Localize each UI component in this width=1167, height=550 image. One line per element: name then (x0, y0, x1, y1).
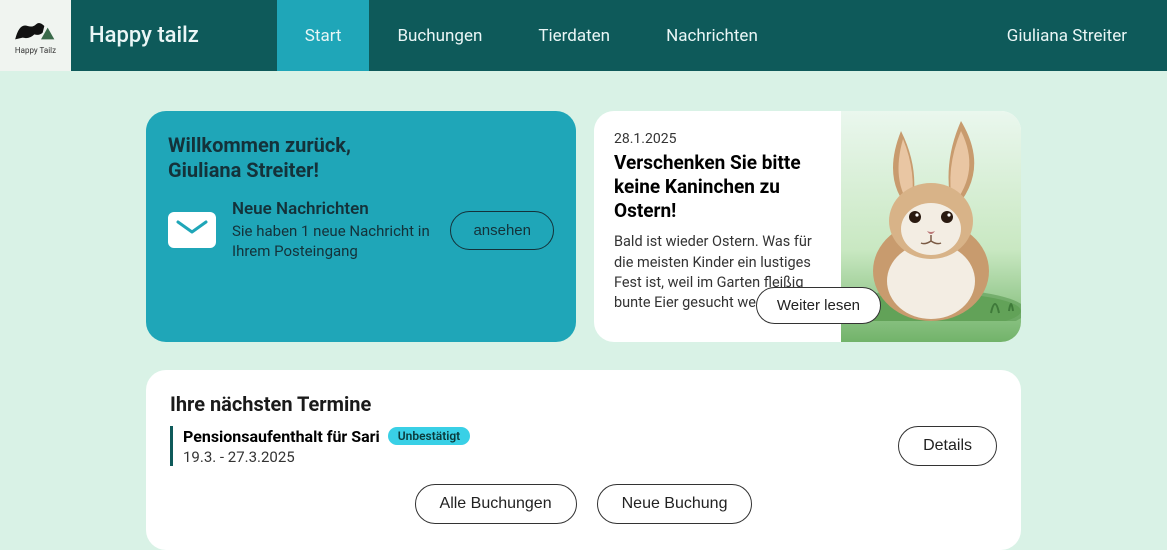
news-date: 28.1.2025 (614, 131, 831, 147)
appointments-heading: Ihre nächsten Termine (170, 392, 997, 416)
mail-icon (168, 212, 216, 248)
news-title: Verschenken Sie bitte keine Kaninchen zu… (614, 151, 831, 222)
appointments-card: Ihre nächsten Termine Pensionsaufenthalt… (146, 370, 1021, 550)
appointment-title: Pensionsaufenthalt für Sari Unbestätigt (183, 427, 884, 446)
appointment-actions: Alle Buchungen Neue Buchung (170, 484, 997, 524)
welcome-line2: Giuliana Streiter! (168, 158, 319, 182)
logo-image (11, 16, 61, 46)
logo[interactable]: Happy Tailz (0, 0, 71, 71)
welcome-line1: Willkommen zurück, (168, 133, 351, 157)
welcome-body: Neue Nachrichten Sie haben 1 neue Nachri… (168, 199, 554, 262)
welcome-card: Willkommen zurück, Giuliana Streiter! Ne… (146, 111, 576, 342)
messages-body: Sie haben 1 neue Nachricht in Ihrem Post… (232, 221, 434, 262)
brand-title[interactable]: Happy tailz (71, 0, 217, 71)
all-bookings-button[interactable]: Alle Buchungen (415, 484, 577, 524)
logo-caption: Happy Tailz (15, 46, 56, 55)
nav-user[interactable]: Giuliana Streiter (979, 0, 1167, 71)
top-row: Willkommen zurück, Giuliana Streiter! Ne… (146, 111, 1021, 342)
nav-nachrichten[interactable]: Nachrichten (638, 0, 786, 71)
read-more-button[interactable]: Weiter lesen (756, 287, 881, 324)
navbar: Happy Tailz Happy tailz Start Buchungen … (0, 0, 1167, 71)
nav-tierdaten[interactable]: Tierdaten (510, 0, 638, 71)
nav-start[interactable]: Start (277, 0, 370, 71)
view-messages-button[interactable]: ansehen (450, 211, 554, 250)
appointment-title-text: Pensionsaufenthalt für Sari (183, 427, 380, 446)
status-badge: Unbestätigt (388, 427, 470, 445)
news-card: 28.1.2025 Verschenken Sie bitte keine Ka… (594, 111, 1021, 342)
details-button[interactable]: Details (898, 426, 997, 466)
nav-buchungen[interactable]: Buchungen (369, 0, 510, 71)
new-booking-button[interactable]: Neue Buchung (597, 484, 753, 524)
appointment-main: Pensionsaufenthalt für Sari Unbestätigt … (183, 427, 884, 466)
main-content: Willkommen zurück, Giuliana Streiter! Ne… (0, 71, 1167, 550)
appointment-row: Pensionsaufenthalt für Sari Unbestätigt … (170, 426, 997, 466)
welcome-title: Willkommen zurück, Giuliana Streiter! (168, 133, 554, 183)
messages-column: Neue Nachrichten Sie haben 1 neue Nachri… (232, 199, 434, 262)
appointment-dates: 19.3. - 27.3.2025 (183, 448, 884, 466)
messages-heading: Neue Nachrichten (232, 199, 434, 219)
